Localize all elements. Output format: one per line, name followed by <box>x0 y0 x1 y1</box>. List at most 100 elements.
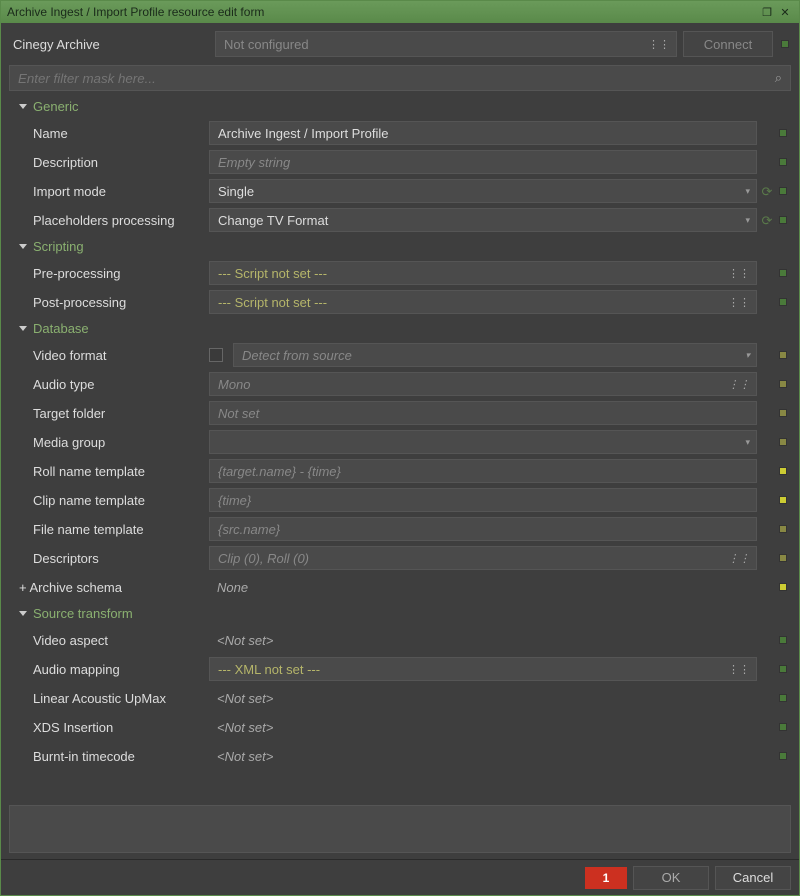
section-scripting[interactable]: Scripting <box>9 235 789 258</box>
chevron-down-icon <box>19 104 27 109</box>
status-led <box>779 187 787 195</box>
placeholders-label: Placeholders processing <box>9 213 209 228</box>
footer: 1 OK Cancel <box>1 859 799 895</box>
browse-icon[interactable]: ⋮⋮ <box>648 38 670 51</box>
status-led <box>779 158 787 166</box>
status-led <box>779 380 787 388</box>
audio-mapping-label: Audio mapping <box>9 662 209 677</box>
xds-label: XDS Insertion <box>9 720 209 735</box>
upmax-value: <Not set> <box>209 686 757 710</box>
archive-connection-value: Not configured <box>224 37 309 52</box>
post-processing-label: Post-processing <box>9 295 209 310</box>
pre-processing-field[interactable]: --- Script not set ---⋮⋮ <box>209 261 757 285</box>
descriptors-label: Descriptors <box>9 551 209 566</box>
status-led <box>779 752 787 760</box>
browse-icon[interactable]: ⋮⋮ <box>728 552 750 565</box>
status-led <box>779 496 787 504</box>
filter-input[interactable] <box>18 71 775 86</box>
status-led <box>779 525 787 533</box>
browse-icon[interactable]: ⋮⋮ <box>728 267 750 280</box>
media-group-label: Media group <box>9 435 209 450</box>
chevron-down-icon <box>19 244 27 249</box>
status-led <box>779 583 787 591</box>
browse-icon[interactable]: ⋮⋮ <box>728 378 750 391</box>
file-template-input[interactable]: {src.name} <box>209 517 757 541</box>
descriptors-field[interactable]: Clip (0), Roll (0)⋮⋮ <box>209 546 757 570</box>
roll-template-input[interactable]: {target.name} - {time} <box>209 459 757 483</box>
reset-icon[interactable]: ⟳ <box>762 214 773 227</box>
burntc-value: <Not set> <box>209 744 757 768</box>
chevron-down-icon: ▾ <box>745 437 750 448</box>
status-led <box>779 467 787 475</box>
archive-schema-label[interactable]: Archive schema <box>9 580 209 595</box>
archive-schema-value: None <box>209 575 757 599</box>
status-led <box>779 351 787 359</box>
archive-label: Cinegy Archive <box>9 37 209 52</box>
description-input[interactable]: Empty string <box>209 150 757 174</box>
video-format-select[interactable]: Detect from source▾ <box>233 343 757 367</box>
cancel-button[interactable]: Cancel <box>715 866 791 890</box>
status-led <box>779 216 787 224</box>
browse-icon[interactable]: ⋮⋮ <box>728 663 750 676</box>
audio-mapping-field[interactable]: --- XML not set ---⋮⋮ <box>209 657 757 681</box>
error-count-badge[interactable]: 1 <box>585 867 627 889</box>
name-label: Name <box>9 126 209 141</box>
post-processing-field[interactable]: --- Script not set ---⋮⋮ <box>209 290 757 314</box>
video-format-label: Video format <box>9 348 209 363</box>
upmax-label: Linear Acoustic UpMax <box>9 691 209 706</box>
section-generic[interactable]: Generic <box>9 95 789 118</box>
window-title: Archive Ingest / Import Profile resource… <box>7 5 757 19</box>
placeholders-select[interactable]: Change TV Format▾ <box>209 208 757 232</box>
chevron-down-icon <box>19 326 27 331</box>
audio-type-label: Audio type <box>9 377 209 392</box>
connect-button[interactable]: Connect <box>683 31 773 57</box>
media-group-select[interactable]: ▾ <box>209 430 757 454</box>
name-input[interactable]: Archive Ingest / Import Profile <box>209 121 757 145</box>
section-database[interactable]: Database <box>9 317 789 340</box>
status-led <box>779 409 787 417</box>
xds-value: <Not set> <box>209 715 757 739</box>
status-led <box>779 438 787 446</box>
section-transform[interactable]: Source transform <box>9 602 789 625</box>
import-mode-select[interactable]: Single▾ <box>209 179 757 203</box>
import-mode-label: Import mode <box>9 184 209 199</box>
video-aspect-label: Video aspect <box>9 633 209 648</box>
clip-template-input[interactable]: {time} <box>209 488 757 512</box>
chevron-down-icon: ▾ <box>745 215 750 226</box>
status-led <box>779 298 787 306</box>
edit-form-window: Archive Ingest / Import Profile resource… <box>0 0 800 896</box>
status-led <box>779 554 787 562</box>
file-template-label: File name template <box>9 522 209 537</box>
close-icon[interactable]: ✕ <box>777 5 793 19</box>
titlebar[interactable]: Archive Ingest / Import Profile resource… <box>1 1 799 23</box>
burntc-label: Burnt-in timecode <box>9 749 209 764</box>
description-label: Description <box>9 155 209 170</box>
status-led <box>779 269 787 277</box>
status-led <box>779 694 787 702</box>
video-aspect-value: <Not set> <box>209 628 757 652</box>
clip-template-label: Clip name template <box>9 493 209 508</box>
video-format-checkbox[interactable] <box>209 348 223 362</box>
status-led <box>779 723 787 731</box>
roll-template-label: Roll name template <box>9 464 209 479</box>
chevron-down-icon: ▾ <box>745 350 750 361</box>
browse-icon[interactable]: ⋮⋮ <box>728 296 750 309</box>
chevron-down-icon <box>19 611 27 616</box>
filter-row: ⌕ <box>9 65 791 91</box>
search-icon[interactable]: ⌕ <box>775 70 782 86</box>
status-led <box>779 129 787 137</box>
archive-connection-field[interactable]: Not configured ⋮⋮ <box>215 31 677 57</box>
form-area[interactable]: Generic Name Archive Ingest / Import Pro… <box>9 95 791 799</box>
pre-processing-label: Pre-processing <box>9 266 209 281</box>
bottom-panel <box>9 805 791 853</box>
restore-icon[interactable]: ❐ <box>759 5 775 19</box>
status-led <box>779 636 787 644</box>
chevron-down-icon: ▾ <box>745 186 750 197</box>
connection-led <box>781 40 789 48</box>
target-folder-label: Target folder <box>9 406 209 421</box>
ok-button[interactable]: OK <box>633 866 709 890</box>
status-led <box>779 665 787 673</box>
target-folder-field[interactable]: Not set <box>209 401 757 425</box>
audio-type-field[interactable]: Mono⋮⋮ <box>209 372 757 396</box>
reset-icon[interactable]: ⟳ <box>762 185 773 198</box>
